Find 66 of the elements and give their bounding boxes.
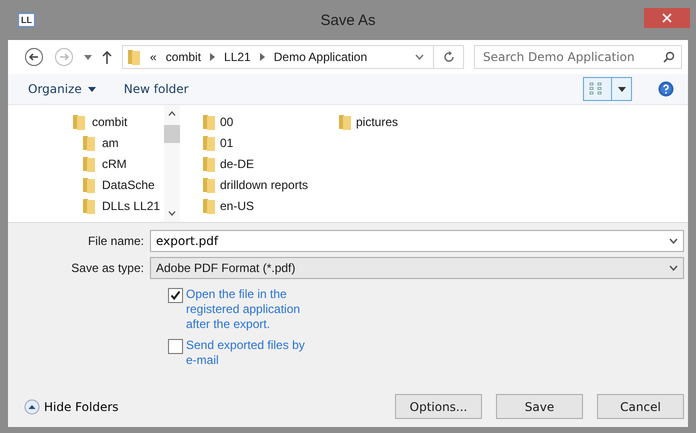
dialog-button[interactable]: Cancel (597, 394, 684, 419)
tree-item[interactable]: DLLs LL21 (8, 195, 164, 216)
hide-folders-button[interactable]: Hide Folders (24, 398, 119, 414)
folder-item[interactable]: 00 (202, 111, 312, 132)
folder-icon (202, 196, 216, 214)
checkbox-label[interactable]: Send exported files by e-mail (186, 338, 308, 368)
search-field[interactable]: Search Demo Application (474, 45, 682, 69)
folder-icon (82, 134, 96, 152)
new-folder-button[interactable]: New folder (120, 80, 193, 98)
dropdown-chevron-icon[interactable] (669, 265, 678, 271)
caret-icon[interactable] (618, 86, 626, 92)
scroll-down-icon[interactable] (168, 211, 176, 216)
folder-icon (202, 134, 216, 152)
dropdown-caret-icon[interactable] (84, 54, 92, 60)
folder-icon (72, 112, 86, 130)
folder-item[interactable]: 01 (202, 132, 312, 153)
dropdown-chevron-icon[interactable] (669, 238, 678, 244)
checkbox-label[interactable]: Open the file in the registered application after the export. (186, 287, 308, 332)
checkbox[interactable] (168, 339, 183, 354)
scrollbar[interactable] (164, 105, 180, 222)
tree-item[interactable]: am (8, 132, 164, 153)
close-button[interactable] (644, 8, 690, 28)
search-icon[interactable] (663, 51, 675, 63)
scroll-up-icon[interactable] (168, 111, 176, 116)
refresh-icon[interactable] (443, 51, 455, 63)
folder-icon (202, 154, 216, 172)
folder-item[interactable]: en-US (202, 195, 312, 216)
address-bar[interactable]: « combit LL21 Demo Application (122, 45, 464, 69)
save-type-label: Save as type: (70, 261, 145, 275)
folder-icon (202, 176, 216, 194)
tree-item[interactable]: combit (8, 111, 164, 132)
tree-item[interactable]: cRM (8, 153, 164, 174)
breadcrumb[interactable]: LL21 (224, 50, 251, 64)
folder-icon (127, 48, 141, 66)
caret-icon[interactable] (88, 86, 96, 92)
organize-menu[interactable]: Organize (24, 80, 100, 98)
folder-icon (82, 154, 96, 172)
up-arrow-icon[interactable] (102, 50, 112, 64)
breadcrumb[interactable]: combit (166, 50, 202, 64)
file-name-input[interactable]: export.pdf (156, 234, 669, 248)
folder-item[interactable]: drilldown reports (202, 174, 312, 195)
scrollbar-thumb[interactable] (164, 124, 180, 142)
close-icon[interactable] (662, 13, 672, 23)
folder-item[interactable]: de-DE (202, 153, 312, 174)
checkbox[interactable] (168, 288, 183, 303)
folder-icon (202, 112, 216, 130)
app-icon: LL (18, 13, 35, 27)
address-overflow[interactable]: « (150, 50, 157, 64)
collapse-icon[interactable] (24, 398, 40, 414)
dialog-button[interactable]: Options... (395, 394, 482, 419)
tree-item[interactable]: DataSche (8, 174, 164, 195)
folder-item[interactable]: pictures (338, 111, 448, 132)
chevron-icon[interactable] (210, 53, 216, 61)
back-icon[interactable] (24, 47, 44, 67)
save-type-dropdown[interactable]: Adobe PDF Format (*.pdf) (150, 257, 684, 279)
window-title: Save As (320, 12, 376, 28)
folder-icon (82, 196, 96, 214)
dialog-button[interactable]: Save (496, 394, 583, 419)
file-name-dropdown[interactable]: export.pdf (150, 230, 684, 252)
folder-icon (338, 112, 352, 130)
chevron-icon[interactable] (260, 53, 265, 61)
folder-icon (82, 176, 96, 194)
breadcrumb[interactable]: Demo Application (274, 50, 368, 64)
help-icon[interactable] (658, 81, 674, 97)
dropdown-chevron-icon[interactable] (415, 54, 424, 60)
file-name-label: File name: (86, 234, 145, 248)
